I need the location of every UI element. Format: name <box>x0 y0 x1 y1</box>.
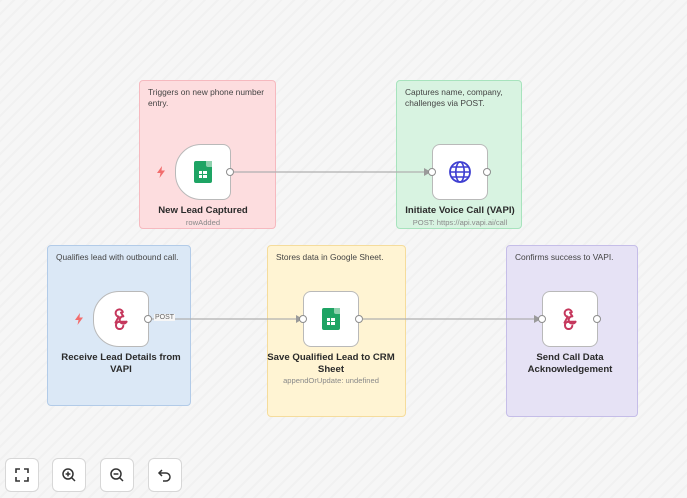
google-sheets-icon <box>322 308 340 330</box>
output-port[interactable] <box>226 168 234 176</box>
connection-save-to-ack <box>363 315 541 323</box>
node-subtitle: appendOrUpdate: undefined <box>283 376 379 385</box>
zoom-out-icon <box>110 468 124 482</box>
fit-view-button[interactable] <box>5 458 39 492</box>
node-subtitle: POST: https://api.vapi.ai/call <box>412 218 508 227</box>
trigger-bolt-icon <box>75 313 83 325</box>
output-port[interactable] <box>483 168 491 176</box>
node-title: Send Call Data Acknowledgement <box>527 352 613 375</box>
connection-new-lead-to-voice-call <box>234 168 431 176</box>
connections-layer <box>152 168 541 323</box>
node-receive-lead-details[interactable] <box>93 291 149 347</box>
webhook-icon <box>114 308 128 330</box>
node-title: New Lead Captured <box>158 205 248 216</box>
output-port[interactable] <box>355 315 363 323</box>
reset-icon <box>157 469 171 482</box>
zoom-out-button[interactable] <box>100 458 134 492</box>
webhook-icon <box>563 308 577 330</box>
node-title: Receive Lead Details from VAPI <box>61 352 181 375</box>
node-initiate-voice-call[interactable] <box>432 144 488 200</box>
google-sheets-icon <box>194 161 212 183</box>
node-new-lead-captured[interactable] <box>175 144 231 200</box>
node-title: Initiate Voice Call (VAPI) <box>405 205 515 216</box>
connection-label: POST <box>154 314 176 321</box>
trigger-bolt-icon <box>157 166 165 178</box>
input-port[interactable] <box>299 315 307 323</box>
reset-view-button[interactable] <box>148 458 182 492</box>
node-subtitle: rowAdded <box>185 218 221 227</box>
node-send-call-data-ack[interactable] <box>542 291 598 347</box>
input-port[interactable] <box>538 315 546 323</box>
output-port[interactable] <box>144 315 152 323</box>
output-port[interactable] <box>593 315 601 323</box>
node-title: Save Qualified Lead to CRM Sheet <box>267 352 395 375</box>
fit-view-icon <box>15 468 29 482</box>
globe-icon <box>449 161 471 183</box>
input-port[interactable] <box>428 168 436 176</box>
node-save-qualified-lead[interactable] <box>303 291 359 347</box>
zoom-in-button[interactable] <box>52 458 86 492</box>
zoom-in-icon <box>62 468 76 482</box>
